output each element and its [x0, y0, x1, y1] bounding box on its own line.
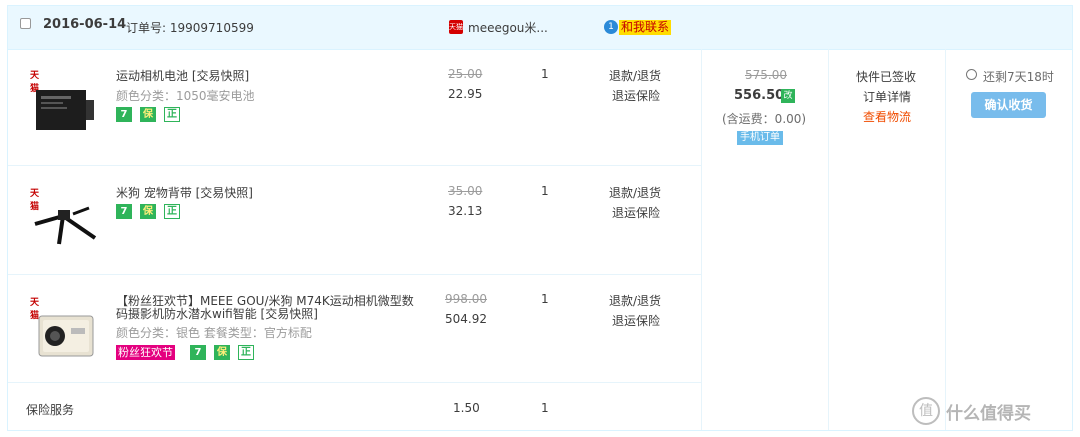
- item-quantity: 1: [541, 184, 549, 198]
- original-price: 25.00: [448, 67, 483, 81]
- view-logistics-link[interactable]: 查看物流: [863, 108, 911, 125]
- watermark-text: 什么值得买: [946, 404, 1031, 424]
- refund-link[interactable]: 退款/退货: [609, 184, 661, 201]
- time-remaining: 还剩7天18时: [983, 70, 1054, 84]
- original-total: 575.00: [745, 68, 787, 82]
- order-card: 2016-06-14 订单号: 19909710599 天猫 meeegou米.…: [7, 5, 1073, 431]
- divider: [8, 274, 701, 275]
- tmall-mini-icon: 天猫: [30, 71, 40, 94]
- item-sku: 颜色分类：银色 套餐类型：官方标配: [116, 326, 312, 340]
- contact-badge-icon: 1: [604, 20, 618, 34]
- clock-icon: [966, 69, 977, 80]
- camera-thumbnail[interactable]: [33, 302, 99, 368]
- divider: [8, 165, 701, 166]
- seven-day-return-icon[interactable]: 7: [116, 204, 132, 219]
- return-insurance-link[interactable]: 退运保险: [612, 87, 660, 104]
- divider: [8, 382, 701, 383]
- fan-festival-badge: 粉丝狂欢节: [116, 345, 175, 360]
- divider: [701, 49, 702, 430]
- insurance-price: 1.50: [453, 401, 480, 415]
- item-title-link[interactable]: 运动相机电池 [交易快照]: [116, 67, 249, 84]
- item-title-link-cont[interactable]: 码摄影机防水潜水wifi智能 [交易快照]: [116, 305, 318, 322]
- item-title-link[interactable]: 米狗 宠物背带 [交易快照]: [116, 184, 253, 201]
- seven-day-return-icon[interactable]: 7: [190, 345, 206, 360]
- original-price: 35.00: [448, 184, 483, 198]
- tmall-icon: 天猫: [449, 20, 463, 34]
- insurance-quantity: 1: [541, 401, 549, 415]
- order-status: 快件已签收: [856, 70, 917, 84]
- genuine-icon[interactable]: 正: [238, 345, 254, 360]
- item-price: 504.92: [445, 312, 487, 326]
- guarantee-icon[interactable]: 保: [140, 107, 156, 122]
- refund-link[interactable]: 退款/退货: [609, 67, 661, 84]
- shipping-fee: (含运费：0.00): [722, 112, 807, 126]
- order-number: 订单号: 19909710599: [126, 21, 254, 35]
- guarantee-icon[interactable]: 保: [214, 345, 230, 360]
- genuine-icon[interactable]: 正: [164, 204, 180, 219]
- select-checkbox[interactable]: [20, 18, 31, 29]
- return-insurance-link[interactable]: 退运保险: [612, 204, 660, 221]
- genuine-icon[interactable]: 正: [164, 107, 180, 122]
- confirm-receipt-button[interactable]: 确认收货: [971, 92, 1046, 118]
- order-total: 556.50: [734, 88, 785, 103]
- return-insurance-link[interactable]: 退运保险: [612, 312, 660, 329]
- item-quantity: 1: [541, 67, 549, 81]
- battery-thumbnail[interactable]: [33, 80, 99, 146]
- order-header: 2016-06-14 订单号: 19909710599 天猫 meeegou米.…: [8, 6, 1072, 50]
- harness-thumbnail[interactable]: [33, 194, 99, 260]
- item-price: 22.95: [448, 87, 483, 101]
- guarantee-icon[interactable]: 保: [140, 204, 156, 219]
- order-date: 2016-06-14: [43, 17, 127, 32]
- divider: [945, 49, 946, 430]
- mobile-order-badge: 手机订单: [737, 131, 783, 145]
- refund-link[interactable]: 退款/退货: [609, 292, 661, 309]
- item-sku: 颜色分类：1050毫安电池: [116, 89, 255, 103]
- seven-day-return-icon[interactable]: 7: [116, 107, 132, 122]
- watermark-logo-icon: 值: [912, 397, 940, 425]
- item-price: 32.13: [448, 204, 483, 218]
- insurance-label: 保险服务: [26, 403, 75, 417]
- item-quantity: 1: [541, 292, 549, 306]
- price-modified-icon: 改: [781, 89, 795, 103]
- original-price: 998.00: [445, 292, 487, 306]
- order-detail-link[interactable]: 订单详情: [863, 88, 911, 105]
- shop-name-link[interactable]: meeegou米...: [468, 19, 548, 36]
- contact-seller-button[interactable]: 和我联系: [619, 20, 672, 35]
- divider: [828, 49, 829, 430]
